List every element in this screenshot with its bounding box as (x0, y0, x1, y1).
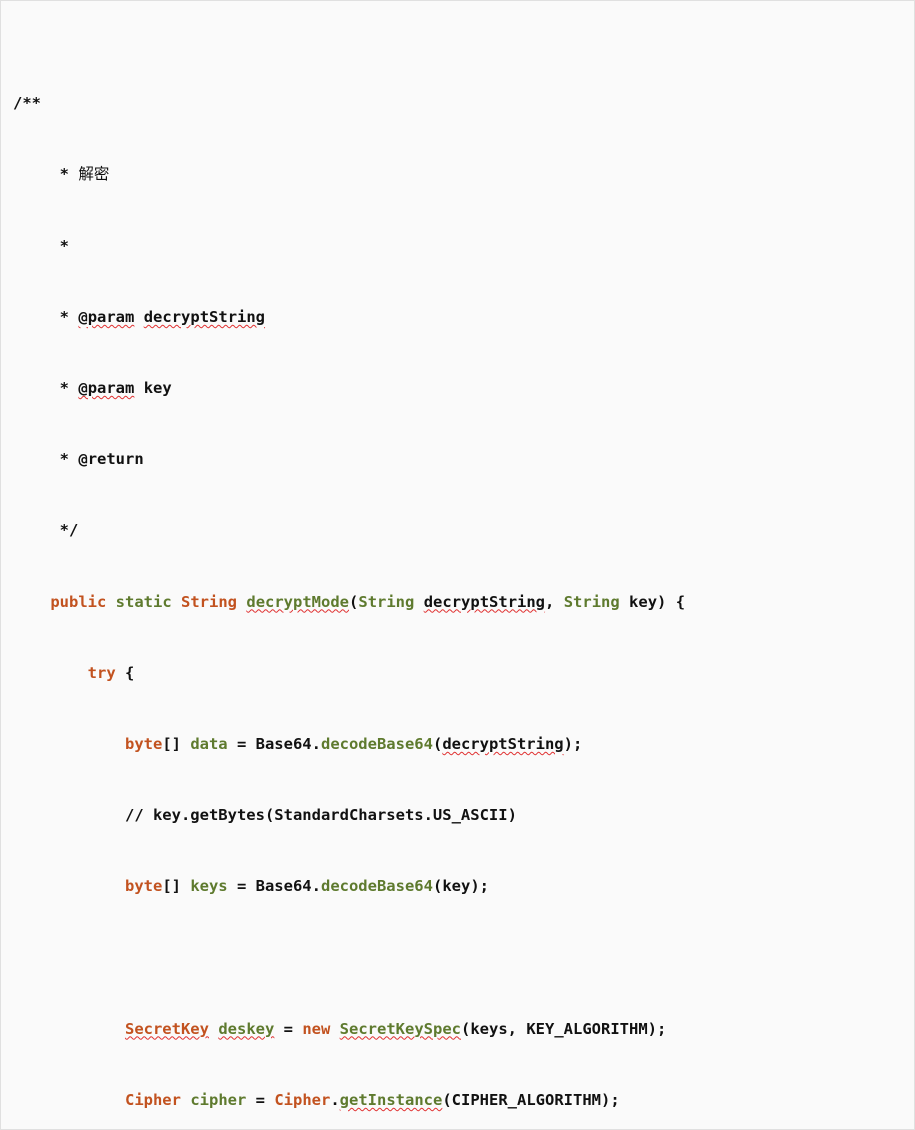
token-method-decryptmode: decryptMode (246, 592, 350, 611)
token-kw-byte: byte (124, 877, 163, 896)
token-comment-getbytes: // key.getBytes(StandardCharsets.US_ASCI… (124, 806, 517, 825)
token-var-data: data (190, 734, 228, 753)
code-line: try { (87, 663, 135, 682)
token-tag-param: @param (78, 307, 135, 326)
code-line: Cipher cipher = Cipher.getInstance(CIPHE… (124, 1090, 620, 1109)
token-doc-summary: 解密 (78, 165, 110, 184)
token-param-key: key (442, 877, 471, 896)
token-method-decodebase64: decodeBase64 (320, 734, 433, 753)
token-param-key: key (143, 378, 172, 397)
code-line: SecretKey deskey = new SecretKeySpec(key… (124, 1019, 667, 1038)
token-var-deskey: deskey (218, 1019, 275, 1038)
code-line: /** (13, 86, 904, 122)
token-tag-param: @param (78, 378, 135, 397)
token-param-decryptstring: decryptString (143, 307, 266, 326)
code-line: public static String decryptMode(String … (50, 592, 686, 611)
token-kw-static: static (115, 592, 172, 611)
token-javadoc-close: */ (59, 521, 79, 540)
token-type-string: String (181, 592, 238, 611)
token-var-keys: keys (190, 877, 228, 896)
token-javadoc-open: /** (13, 94, 41, 113)
token-param-decryptstring: decryptString (442, 734, 564, 753)
code-line: byte[] keys = Base64.decodeBase64(key); (124, 877, 489, 896)
code-line: * 解密 (13, 157, 904, 193)
token-javadoc-star: * (59, 165, 70, 184)
token-param-key: key (629, 592, 658, 611)
token-type-cipher: Cipher (274, 1090, 331, 1109)
code-listing[interactable]: /** * 解密 * * @param decryptString * @par… (0, 0, 915, 1130)
code-line: * @param decryptString (13, 300, 904, 336)
token-tag-return: @return (78, 450, 144, 469)
token-var-cipher: cipher (190, 1090, 247, 1109)
token-javadoc-star: * (59, 378, 70, 397)
code-lines[interactable]: /** * 解密 * * @param decryptString * @par… (1, 1, 914, 1129)
token-kw-try: try (87, 663, 116, 682)
token-javadoc-star: * (59, 236, 70, 255)
token-type-secretkey: SecretKey (124, 1019, 209, 1038)
code-line: * @param key (13, 371, 904, 407)
token-type-base64: Base64 (255, 734, 312, 753)
token-const-key-algorithm: KEY_ALGORITHM (526, 1019, 648, 1038)
token-kw-byte: byte (124, 734, 163, 753)
token-kw-new: new (302, 1019, 331, 1038)
code-line: * (13, 229, 904, 265)
token-type-base64: Base64 (255, 877, 312, 896)
token-kw-public: public (50, 592, 107, 611)
code-line: // key.getBytes(StandardCharsets.US_ASCI… (13, 798, 904, 834)
code-line: */ (13, 513, 904, 549)
token-type-secretkeyspec: SecretKeySpec (339, 1019, 461, 1038)
token-type-string: String (358, 592, 415, 611)
token-var-keys: keys (470, 1019, 508, 1038)
token-type-string: String (563, 592, 620, 611)
token-const-cipher-algorithm: CIPHER_ALGORITHM (451, 1090, 601, 1109)
token-type-cipher: Cipher (124, 1090, 181, 1109)
token-method-getinstance: getInstance (339, 1090, 443, 1109)
token-method-decodebase64: decodeBase64 (320, 877, 433, 896)
code-line: byte[] data = Base64.decodeBase64(decryp… (124, 734, 583, 753)
token-javadoc-star: * (59, 450, 70, 469)
token-javadoc-star: * (59, 307, 70, 326)
code-line: * @return (13, 442, 904, 478)
token-param-decryptstring: decryptString (423, 592, 546, 611)
